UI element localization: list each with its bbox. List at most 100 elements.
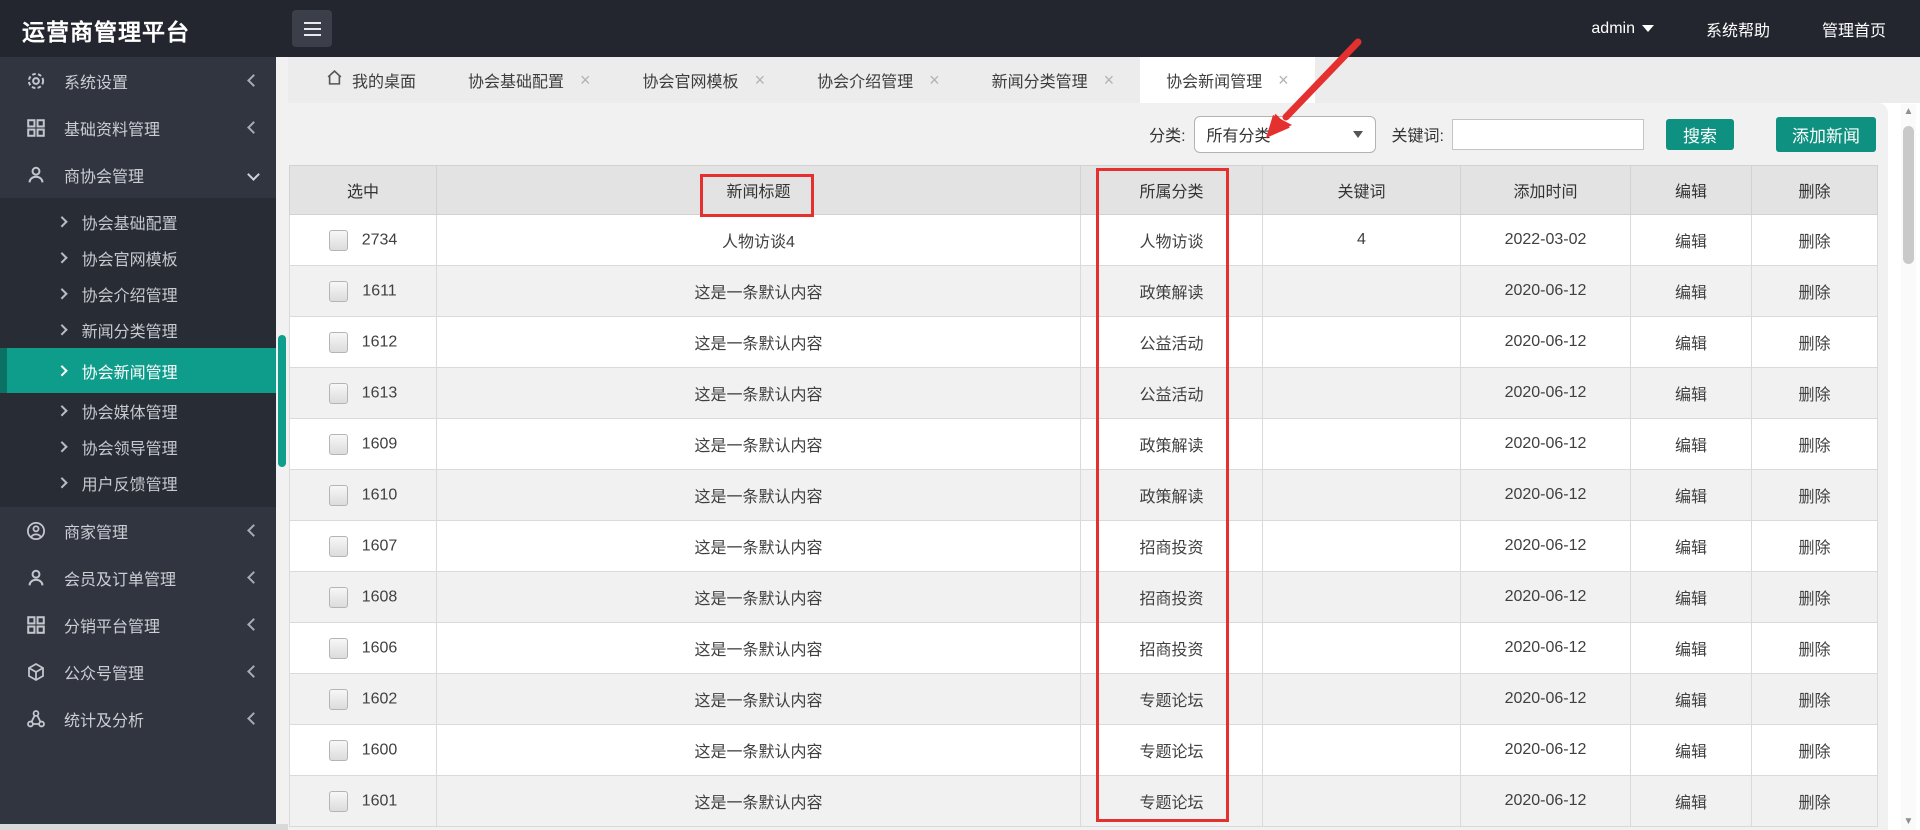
delete-link[interactable]: 删除 <box>1798 744 1830 761</box>
edit-link[interactable]: 编辑 <box>1675 387 1707 404</box>
row-checkbox[interactable] <box>328 637 348 659</box>
sidebar-item-system-settings[interactable]: 系统设置 <box>0 57 276 104</box>
delete-link[interactable]: 删除 <box>1798 387 1830 404</box>
row-checkbox[interactable] <box>328 586 348 608</box>
sidebar-subitem-news-category-mgmt[interactable]: 新闻分类管理 <box>0 312 276 348</box>
share-icon <box>26 709 46 729</box>
delete-link[interactable]: 删除 <box>1798 336 1830 353</box>
delete-link[interactable]: 删除 <box>1798 234 1830 251</box>
row-checkbox[interactable] <box>328 229 348 251</box>
subitem-label: 协会领导管理 <box>81 441 178 458</box>
close-icon[interactable]: × <box>929 71 940 89</box>
sidebar-item-label: 商家管理 <box>64 524 129 542</box>
edit-link[interactable]: 编辑 <box>1675 795 1707 812</box>
row-checkbox[interactable] <box>328 739 348 761</box>
scroll-up-icon[interactable]: ▲ <box>1904 104 1914 120</box>
sidebar-item-distribution-mgmt[interactable]: 分销平台管理 <box>0 601 276 648</box>
delete-link[interactable]: 删除 <box>1798 285 1830 302</box>
scroll-down-icon[interactable]: ▼ <box>1904 814 1914 830</box>
sidebar-subitem-assoc-media-mgmt[interactable]: 协会媒体管理 <box>0 393 276 429</box>
edit-link[interactable]: 编辑 <box>1675 234 1707 251</box>
close-icon[interactable]: × <box>1278 71 1289 89</box>
scrollbar-thumb[interactable] <box>1903 126 1914 264</box>
row-date: 2020-06-12 <box>1460 418 1631 470</box>
sidebar-subitem-assoc-leader-mgmt[interactable]: 协会领导管理 <box>0 429 276 465</box>
row-checkbox[interactable] <box>328 331 348 353</box>
sidebar-item-association-mgmt[interactable]: 商协会管理 <box>0 151 276 198</box>
delete-link[interactable]: 删除 <box>1798 438 1830 455</box>
delete-link[interactable]: 删除 <box>1798 795 1830 812</box>
chevron-left-icon <box>247 712 260 725</box>
edit-link[interactable]: 编辑 <box>1675 285 1707 302</box>
sidebar-item-member-order-mgmt[interactable]: 会员及订单管理 <box>0 554 276 601</box>
edit-link[interactable]: 编辑 <box>1675 489 1707 506</box>
sidebar-item-statistics[interactable]: 统计及分析 <box>0 695 276 742</box>
row-keyword <box>1262 775 1461 827</box>
row-category: 公益活动 <box>1080 367 1263 419</box>
edit-link[interactable]: 编辑 <box>1675 336 1707 353</box>
row-checkbox[interactable] <box>328 433 348 455</box>
category-select[interactable]: 所有分类 <box>1193 115 1376 153</box>
row-checkbox[interactable] <box>328 382 348 404</box>
sidebar-subitem-assoc-intro-mgmt[interactable]: 协会介绍管理 <box>0 276 276 312</box>
edit-link[interactable]: 编辑 <box>1675 438 1707 455</box>
sidebar-item-merchant-mgmt[interactable]: 商家管理 <box>0 507 276 554</box>
edit-link[interactable]: 编辑 <box>1675 744 1707 761</box>
add-news-button[interactable]: 添加新闻 <box>1776 116 1876 152</box>
vertical-scrollbar[interactable]: ▲ ▼ <box>1901 104 1916 830</box>
edit-link[interactable]: 编辑 <box>1675 693 1707 710</box>
row-title: 这是一条默认内容 <box>436 520 1081 572</box>
link-admin-home[interactable]: 管理首页 <box>1822 17 1886 41</box>
close-icon[interactable]: × <box>755 71 766 89</box>
row-date: 2020-06-12 <box>1460 724 1631 776</box>
edit-link[interactable]: 编辑 <box>1675 591 1707 608</box>
close-icon[interactable]: × <box>1104 71 1115 89</box>
app-header: 运营商管理平台 admin 系统帮助 管理首页 <box>0 0 1920 57</box>
tab-assoc-news-mgmt[interactable]: 协会新闻管理 × <box>1140 57 1315 103</box>
row-date: 2020-06-12 <box>1460 673 1631 725</box>
delete-link[interactable]: 删除 <box>1798 642 1830 659</box>
sidebar-scrollbar[interactable] <box>276 57 288 830</box>
tab-assoc-site-template[interactable]: 协会官网模板 × <box>617 57 792 103</box>
row-checkbox[interactable] <box>328 484 348 506</box>
row-id: 1607 <box>361 537 398 554</box>
user-menu[interactable]: admin <box>1591 20 1654 38</box>
row-checkbox[interactable] <box>328 790 348 812</box>
sidebar-item-basic-data[interactable]: 基础资料管理 <box>0 104 276 151</box>
sidebar-subitem-assoc-site-template[interactable]: 协会官网模板 <box>0 240 276 276</box>
edit-link[interactable]: 编辑 <box>1675 642 1707 659</box>
delete-link[interactable]: 删除 <box>1798 489 1830 506</box>
delete-link[interactable]: 删除 <box>1798 591 1830 608</box>
delete-link[interactable]: 删除 <box>1798 540 1830 557</box>
row-id: 1608 <box>361 588 398 605</box>
sidebar-item-official-account-mgmt[interactable]: 公众号管理 <box>0 648 276 695</box>
col-header-keyword: 关键词 <box>1262 165 1461 215</box>
sidebar-item-label: 公众号管理 <box>64 665 145 683</box>
edit-link[interactable]: 编辑 <box>1675 540 1707 557</box>
search-button[interactable]: 搜索 <box>1666 118 1734 150</box>
sidebar-subitem-assoc-basic-config[interactable]: 协会基础配置 <box>0 204 276 240</box>
tab-assoc-intro-mgmt[interactable]: 协会介绍管理 × <box>791 57 966 103</box>
row-checkbox[interactable] <box>328 535 348 557</box>
row-keyword <box>1262 418 1461 470</box>
tab-assoc-basic-config[interactable]: 协会基础配置 × <box>442 57 617 103</box>
gear-icon <box>26 71 46 91</box>
tab-news-category-mgmt[interactable]: 新闻分类管理 × <box>966 57 1141 103</box>
sidebar-subitem-user-feedback-mgmt[interactable]: 用户反馈管理 <box>0 465 276 501</box>
sidebar-subitem-assoc-news-mgmt[interactable]: 协会新闻管理 <box>0 348 276 393</box>
row-checkbox[interactable] <box>328 688 348 710</box>
row-checkbox[interactable] <box>329 280 349 302</box>
sidebar-toggle-button[interactable] <box>292 10 332 47</box>
row-date: 2020-06-12 <box>1460 316 1631 368</box>
chevron-left-icon <box>247 665 260 678</box>
tab-my-desktop[interactable]: 我的桌面 <box>300 57 442 103</box>
link-system-help[interactable]: 系统帮助 <box>1706 17 1770 41</box>
delete-link[interactable]: 删除 <box>1798 693 1830 710</box>
keyword-input[interactable] <box>1452 118 1644 150</box>
sidebar-scrollbar-thumb[interactable] <box>278 335 286 467</box>
app-title: 运营商管理平台 <box>22 19 190 45</box>
sidebar: 系统设置 基础资料管理 商协会管理 协会基础配置 协会官网模板 协会介绍管理 新… <box>0 57 276 830</box>
close-icon[interactable]: × <box>580 71 591 89</box>
row-keyword <box>1262 469 1461 521</box>
row-title: 这是一条默认内容 <box>436 673 1081 725</box>
